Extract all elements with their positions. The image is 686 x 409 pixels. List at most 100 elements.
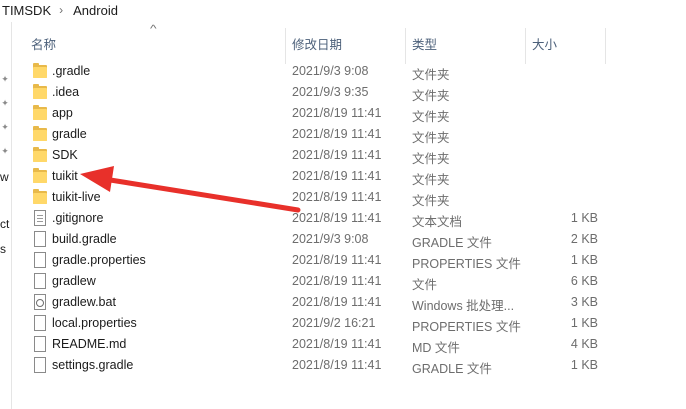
column-divider[interactable] — [405, 28, 406, 64]
file-size: 1 KB — [570, 316, 598, 330]
file-name: tuikit-live — [52, 190, 101, 204]
file-type: 文件 — [412, 278, 438, 292]
pin-icon: ✦ — [1, 74, 9, 84]
file-type: GRADLE 文件 — [412, 362, 492, 376]
file-icon — [33, 252, 47, 269]
navigation-pane: ✦ ✦ ✦ ✦ w ct s — [0, 22, 12, 409]
file-type: PROPERTIES 文件 — [412, 320, 521, 334]
file-name: gradle.properties — [52, 253, 146, 267]
breadcrumb-item-timsdk[interactable]: TIMSDK — [0, 3, 53, 18]
folder-icon — [33, 84, 47, 101]
file-row[interactable]: README.md 2021/8/19 11:41 MD 文件 4 KB — [13, 334, 686, 355]
folder-icon — [33, 189, 47, 206]
file-name: .gradle — [52, 64, 91, 78]
file-name: .idea — [52, 85, 80, 99]
file-row[interactable]: .gitignore 2021/8/19 11:41 文本文档 1 KB — [13, 208, 686, 229]
file-row[interactable]: app 2021/8/19 11:41 文件夹 — [13, 103, 686, 124]
file-type: 文件夹 — [412, 68, 450, 82]
file-date: 2021/8/19 11:41 — [292, 295, 382, 309]
file-date: 2021/8/19 11:41 — [292, 190, 382, 204]
file-name: gradlew.bat — [52, 295, 116, 309]
file-icon — [33, 231, 47, 248]
column-header: ^ 名称 修改日期 类型 大小 — [13, 22, 686, 64]
file-date: 2021/8/19 11:41 — [292, 169, 382, 183]
file-date: 2021/8/19 11:41 — [292, 106, 382, 120]
file-type: 文件夹 — [412, 110, 450, 124]
file-type: 文件夹 — [412, 131, 450, 145]
file-size: 1 KB — [570, 211, 598, 225]
nav-item-fragment[interactable]: ct — [0, 217, 12, 231]
file-size: 2 KB — [570, 232, 598, 246]
file-size: 1 KB — [570, 358, 598, 372]
file-row[interactable]: gradlew 2021/8/19 11:41 文件 6 KB — [13, 271, 686, 292]
file-row[interactable]: gradlew.bat 2021/8/19 11:41 Windows 批处理...… — [13, 292, 686, 313]
file-size: 3 KB — [570, 295, 598, 309]
file-row[interactable]: SDK 2021/8/19 11:41 文件夹 — [13, 145, 686, 166]
file-date: 2021/8/19 11:41 — [292, 253, 382, 267]
batch-file-icon — [33, 294, 47, 311]
file-date: 2021/8/19 11:41 — [292, 211, 382, 225]
file-name: SDK — [52, 148, 78, 162]
file-row[interactable]: settings.gradle 2021/8/19 11:41 GRADLE 文件 1… — [13, 355, 686, 376]
file-name: gradle — [52, 127, 87, 141]
column-header-name[interactable]: 名称 — [31, 34, 56, 53]
file-row[interactable]: gradle 2021/8/19 11:41 文件夹 — [13, 124, 686, 145]
file-type: 文件夹 — [412, 194, 450, 208]
column-header-type[interactable]: 类型 — [412, 34, 437, 53]
sort-ascending-icon: ^ — [150, 24, 157, 35]
nav-item-fragment[interactable]: s — [0, 242, 12, 256]
file-type: 文件夹 — [412, 173, 450, 187]
file-size: 4 KB — [570, 337, 598, 351]
file-name: README.md — [52, 337, 127, 351]
file-date: 2021/8/19 11:41 — [292, 274, 382, 288]
column-divider[interactable] — [525, 28, 526, 64]
file-name: app — [52, 106, 73, 120]
nav-item-fragment[interactable]: w — [0, 170, 12, 184]
file-date: 2021/9/2 16:21 — [292, 316, 376, 330]
file-icon — [33, 315, 47, 332]
file-type: 文本文档 — [412, 215, 463, 229]
file-type: 文件夹 — [412, 152, 450, 166]
file-date: 2021/9/3 9:08 — [292, 64, 369, 78]
file-name: local.properties — [52, 316, 137, 330]
file-name: settings.gradle — [52, 358, 134, 372]
file-icon — [33, 336, 47, 353]
pin-icon: ✦ — [1, 146, 9, 156]
folder-icon — [33, 63, 47, 80]
file-type: Windows 批处理... — [412, 299, 515, 313]
file-date: 2021/8/19 11:41 — [292, 337, 382, 351]
file-date: 2021/8/19 11:41 — [292, 358, 382, 372]
file-size: 1 KB — [570, 253, 598, 267]
text-file-icon — [33, 210, 47, 227]
file-row[interactable]: .idea 2021/9/3 9:35 文件夹 — [13, 82, 686, 103]
file-icon — [33, 273, 47, 290]
pin-icon: ✦ — [1, 98, 9, 108]
file-type: GRADLE 文件 — [412, 236, 492, 250]
folder-icon — [33, 147, 47, 164]
file-name: .gitignore — [52, 211, 104, 225]
file-row[interactable]: gradle.properties 2021/8/19 11:41 PROPERTI… — [13, 250, 686, 271]
file-icon — [33, 357, 47, 374]
column-header-date[interactable]: 修改日期 — [292, 34, 342, 53]
file-type: 文件夹 — [412, 89, 450, 103]
column-divider[interactable] — [285, 28, 286, 64]
file-row[interactable]: .gradle 2021/9/3 9:08 文件夹 — [13, 61, 686, 82]
file-size: 6 KB — [570, 274, 598, 288]
folder-icon — [33, 168, 47, 185]
file-row[interactable]: tuikit 2021/8/19 11:41 文件夹 — [13, 166, 686, 187]
breadcrumb: TIMSDK › Android — [0, 0, 120, 20]
file-row[interactable]: build.gradle 2021/9/3 9:08 GRADLE 文件 2 KB — [13, 229, 686, 250]
folder-icon — [33, 105, 47, 122]
file-type: PROPERTIES 文件 — [412, 257, 521, 271]
column-header-size[interactable]: 大小 — [532, 34, 557, 53]
column-divider[interactable] — [605, 28, 606, 64]
file-row[interactable]: local.properties 2021/9/2 16:21 PROPERTIES… — [13, 313, 686, 334]
file-row[interactable]: tuikit-live 2021/8/19 11:41 文件夹 — [13, 187, 686, 208]
file-date: 2021/9/3 9:08 — [292, 232, 369, 246]
file-type: MD 文件 — [412, 341, 460, 355]
file-date: 2021/9/3 9:35 — [292, 85, 369, 99]
file-name: gradlew — [52, 274, 96, 288]
pin-icon: ✦ — [1, 122, 9, 132]
breadcrumb-item-android[interactable]: Android — [71, 3, 120, 18]
file-name: build.gradle — [52, 232, 117, 246]
